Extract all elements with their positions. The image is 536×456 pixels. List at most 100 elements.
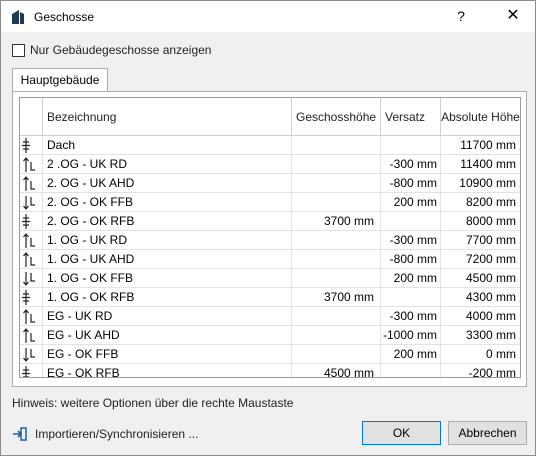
level-main-icon [20, 212, 43, 231]
cell-geschosshoehe[interactable] [292, 155, 381, 174]
cell-absolute-hoehe[interactable]: 11400 mm [441, 155, 520, 174]
tab-hauptgebaeude[interactable]: Hauptgebäude [12, 68, 108, 92]
cell-bezeichnung[interactable]: 2. OG - UK AHD [43, 174, 292, 193]
table-row[interactable]: 2. OG - OK FFB 200 mm 8200 mm [20, 193, 520, 212]
cell-absolute-hoehe[interactable]: 7200 mm [441, 250, 520, 269]
cell-absolute-hoehe[interactable]: 8000 mm [441, 212, 520, 231]
cell-absolute-hoehe[interactable]: 4500 mm [441, 269, 520, 288]
level-up-icon [20, 326, 43, 345]
import-sync-link[interactable]: Importieren/Synchronisieren ... [12, 426, 198, 442]
cell-bezeichnung[interactable]: 1. OG - UK RD [43, 231, 292, 250]
table-header: Bezeichnung Geschosshöhe Versatz Absolut… [20, 98, 520, 136]
cell-bezeichnung[interactable]: EG - UK AHD [43, 326, 292, 345]
cell-absolute-hoehe[interactable]: 4000 mm [441, 307, 520, 326]
cell-absolute-hoehe[interactable]: -200 mm [441, 364, 520, 377]
cell-bezeichnung[interactable]: 1. OG - OK FFB [43, 269, 292, 288]
table-row[interactable]: 2 .OG - UK RD -300 mm 11400 mm [20, 155, 520, 174]
cell-versatz[interactable] [381, 364, 441, 377]
cell-geschosshoehe[interactable] [292, 326, 381, 345]
cell-absolute-hoehe[interactable]: 3300 mm [441, 326, 520, 345]
cell-bezeichnung[interactable]: 2. OG - OK RFB [43, 212, 292, 231]
table-row[interactable]: 1. OG - UK RD -300 mm 7700 mm [20, 231, 520, 250]
title-bar: Geschosse ? ✕ [1, 1, 535, 32]
cell-bezeichnung[interactable]: 2 .OG - UK RD [43, 155, 292, 174]
level-up-icon [20, 174, 43, 193]
cell-absolute-hoehe[interactable]: 0 mm [441, 345, 520, 364]
cell-versatz[interactable]: 200 mm [381, 269, 441, 288]
cell-versatz[interactable]: 200 mm [381, 345, 441, 364]
table-row[interactable]: EG - UK AHD -1000 mm 3300 mm [20, 326, 520, 345]
table-row[interactable]: Dach 11700 mm [20, 136, 520, 155]
ok-button[interactable]: OK [362, 421, 441, 445]
cell-versatz[interactable] [381, 288, 441, 307]
table-row[interactable]: 1. OG - OK FFB 200 mm 4500 mm [20, 269, 520, 288]
cell-versatz[interactable]: -1000 mm [381, 326, 441, 345]
cell-bezeichnung[interactable]: EG - OK FFB [43, 345, 292, 364]
level-main-icon [20, 364, 43, 377]
cell-absolute-hoehe[interactable]: 7700 mm [441, 231, 520, 250]
cell-bezeichnung[interactable]: 1. OG - UK AHD [43, 250, 292, 269]
cell-absolute-hoehe[interactable]: 10900 mm [441, 174, 520, 193]
table-row[interactable]: 1. OG - UK AHD -800 mm 7200 mm [20, 250, 520, 269]
only-main-floors-label: Nur Gebäudegeschosse anzeigen [30, 43, 212, 57]
cell-versatz[interactable] [381, 136, 441, 155]
level-main-icon [20, 288, 43, 307]
only-main-floors-checkbox-row[interactable]: Nur Gebäudegeschosse anzeigen [12, 42, 211, 58]
help-button[interactable]: ? [449, 5, 473, 27]
cell-bezeichnung[interactable]: 1. OG - OK RFB [43, 288, 292, 307]
table-row[interactable]: 1. OG - OK RFB 3700 mm 4300 mm [20, 288, 520, 307]
table-row[interactable]: EG - OK RFB 4500 mm -200 mm [20, 364, 520, 377]
cell-bezeichnung[interactable]: 2. OG - OK FFB [43, 193, 292, 212]
table-row[interactable]: 2. OG - OK RFB 3700 mm 8000 mm [20, 212, 520, 231]
import-sync-label: Importieren/Synchronisieren ... [35, 427, 199, 441]
level-down-icon [20, 193, 43, 212]
cell-versatz[interactable]: -800 mm [381, 174, 441, 193]
cell-absolute-hoehe[interactable]: 8200 mm [441, 193, 520, 212]
header-versatz[interactable]: Versatz [381, 98, 441, 136]
cell-versatz[interactable]: 200 mm [381, 193, 441, 212]
tab-panel: Bezeichnung Geschosshöhe Versatz Absolut… [12, 91, 527, 387]
cell-geschosshoehe[interactable] [292, 174, 381, 193]
header-geschosshoehe[interactable]: Geschosshöhe [292, 98, 381, 136]
cell-bezeichnung[interactable]: EG - UK RD [43, 307, 292, 326]
floors-table: Bezeichnung Geschosshöhe Versatz Absolut… [19, 97, 521, 378]
cell-geschosshoehe[interactable] [292, 136, 381, 155]
header-bezeichnung[interactable]: Bezeichnung [43, 98, 292, 136]
level-main-icon [20, 136, 43, 155]
table-row[interactable]: 2. OG - UK AHD -800 mm 10900 mm [20, 174, 520, 193]
cell-geschosshoehe[interactable]: 4500 mm [292, 364, 381, 377]
table-row[interactable]: EG - UK RD -300 mm 4000 mm [20, 307, 520, 326]
level-down-icon [20, 345, 43, 364]
geschosse-dialog: Geschosse ? ✕ Nur Gebäudegeschosse anzei… [0, 0, 536, 456]
cell-geschosshoehe[interactable]: 3700 mm [292, 288, 381, 307]
cell-versatz[interactable]: -300 mm [381, 307, 441, 326]
cell-geschosshoehe[interactable] [292, 269, 381, 288]
header-absolute-hoehe[interactable]: Absolute Höhe [441, 98, 520, 136]
cancel-button[interactable]: Abbrechen [448, 421, 527, 445]
cell-geschosshoehe[interactable] [292, 231, 381, 250]
cell-geschosshoehe[interactable]: 3700 mm [292, 212, 381, 231]
table-row[interactable]: EG - OK FFB 200 mm 0 mm [20, 345, 520, 364]
cell-geschosshoehe[interactable] [292, 250, 381, 269]
close-button[interactable]: ✕ [500, 5, 526, 27]
level-down-icon [20, 269, 43, 288]
cell-absolute-hoehe[interactable]: 11700 mm [441, 136, 520, 155]
cell-geschosshoehe[interactable] [292, 193, 381, 212]
cell-absolute-hoehe[interactable]: 4300 mm [441, 288, 520, 307]
import-arrow-icon [13, 427, 27, 441]
cell-geschosshoehe[interactable] [292, 345, 381, 364]
cell-versatz[interactable] [381, 212, 441, 231]
level-up-icon [20, 155, 43, 174]
level-up-icon [20, 250, 43, 269]
cell-geschosshoehe[interactable] [292, 307, 381, 326]
cell-bezeichnung[interactable]: Dach [43, 136, 292, 155]
cell-versatz[interactable]: -300 mm [381, 155, 441, 174]
hint-text: Hinweis: weitere Optionen über die recht… [12, 396, 294, 410]
cell-versatz[interactable]: -300 mm [381, 231, 441, 250]
cell-bezeichnung[interactable]: EG - OK RFB [43, 364, 292, 377]
level-up-icon [20, 231, 43, 250]
cell-versatz[interactable]: -800 mm [381, 250, 441, 269]
only-main-floors-checkbox[interactable] [12, 43, 25, 57]
app-logo-icon [12, 10, 24, 24]
level-up-icon [20, 307, 43, 326]
